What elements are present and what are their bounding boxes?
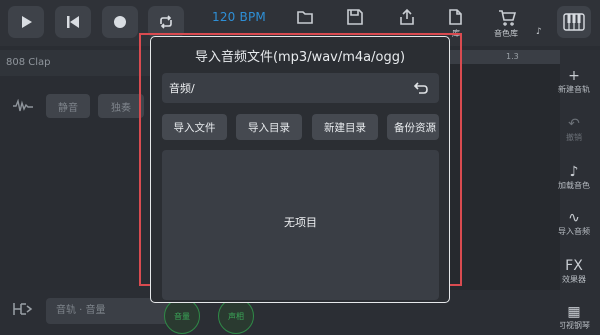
sidebar-item-waveform[interactable]: ∿ 导入音频 <box>548 210 600 237</box>
empty-state-text: 无项目 <box>284 216 317 229</box>
play-button[interactable] <box>8 6 44 38</box>
file-button[interactable] <box>446 8 466 28</box>
sound-library-label: 音色库 <box>494 29 518 38</box>
sidebar-item-label: 导入音频 <box>558 227 590 236</box>
cart-icon <box>499 10 517 26</box>
plus-icon: + <box>568 68 580 84</box>
pan-knob[interactable]: 声相 <box>218 298 254 334</box>
sidebar-item-label: 效果器 <box>562 275 586 284</box>
timeline-ruler[interactable] <box>450 50 560 64</box>
solo-button[interactable]: 独奏 <box>98 94 144 118</box>
mute-button[interactable]: 静音 <box>46 94 90 118</box>
waveform-icon: ∿ <box>568 210 580 226</box>
import-file-button[interactable]: 导入文件 <box>162 114 227 140</box>
routing-icon[interactable] <box>12 300 36 318</box>
sidebar-item-label: 加载音色 <box>558 181 590 190</box>
backup-resources-button[interactable]: 备份资源 <box>387 114 439 140</box>
timeline-marker: 1.3 <box>506 52 519 61</box>
new-folder-button[interactable]: 新建目录 <box>312 114 378 140</box>
back-icon[interactable] <box>413 80 429 96</box>
fx-icon: FX <box>565 258 583 274</box>
current-path: 音频/ <box>169 82 195 95</box>
dialog-title: 导入音频文件(mp3/wav/m4a/ogg) <box>194 50 406 65</box>
note-icon: ♪ <box>569 164 579 180</box>
sidebar-item-label: 可视钢琴 <box>558 321 590 330</box>
sidebar-item-plus[interactable]: + 新建音轨 <box>548 68 600 95</box>
volume-knob[interactable]: 音量 <box>164 298 200 334</box>
save-button[interactable] <box>346 8 366 28</box>
record-icon <box>114 16 126 28</box>
share-icon <box>400 8 414 25</box>
path-bar: 音频/ <box>162 73 439 103</box>
loop-icon <box>160 15 172 29</box>
undo-icon: ↶ <box>568 116 580 132</box>
sidebar-item-label: 新建音轨 <box>558 85 590 94</box>
piano-icon <box>563 13 585 31</box>
folder-button[interactable] <box>296 8 316 28</box>
waveform-icon <box>12 98 34 112</box>
file-icon <box>449 9 462 25</box>
track-name[interactable]: 808 Clap <box>6 57 51 68</box>
save-icon <box>347 9 363 25</box>
sound-library-button[interactable] <box>498 8 518 28</box>
share-button[interactable] <box>398 8 418 28</box>
play-icon <box>22 16 32 28</box>
sidebar-item-undo[interactable]: ↶ 撤销 <box>548 116 600 143</box>
bpm-display[interactable]: 120 BPM <box>212 10 266 24</box>
record-button[interactable] <box>102 6 138 38</box>
note-mark: ♪ <box>536 27 542 37</box>
import-audio-dialog: 导入音频文件(mp3/wav/m4a/ogg) 音频/ 导入文件 导入目录 新建… <box>150 36 450 303</box>
sidebar-item-note[interactable]: ♪ 加载音色 <box>548 164 600 191</box>
skip-back-icon <box>67 16 79 28</box>
sidebar-item-fx[interactable]: FX 效果器 <box>548 258 600 285</box>
sidebar-item-label: 撤销 <box>566 133 582 142</box>
file-list[interactable]: 无项目 <box>162 150 439 300</box>
skip-back-button[interactable] <box>55 6 91 38</box>
piano-button[interactable] <box>557 6 591 38</box>
folder-icon <box>297 11 313 24</box>
import-folder-button[interactable]: 导入目录 <box>236 114 302 140</box>
